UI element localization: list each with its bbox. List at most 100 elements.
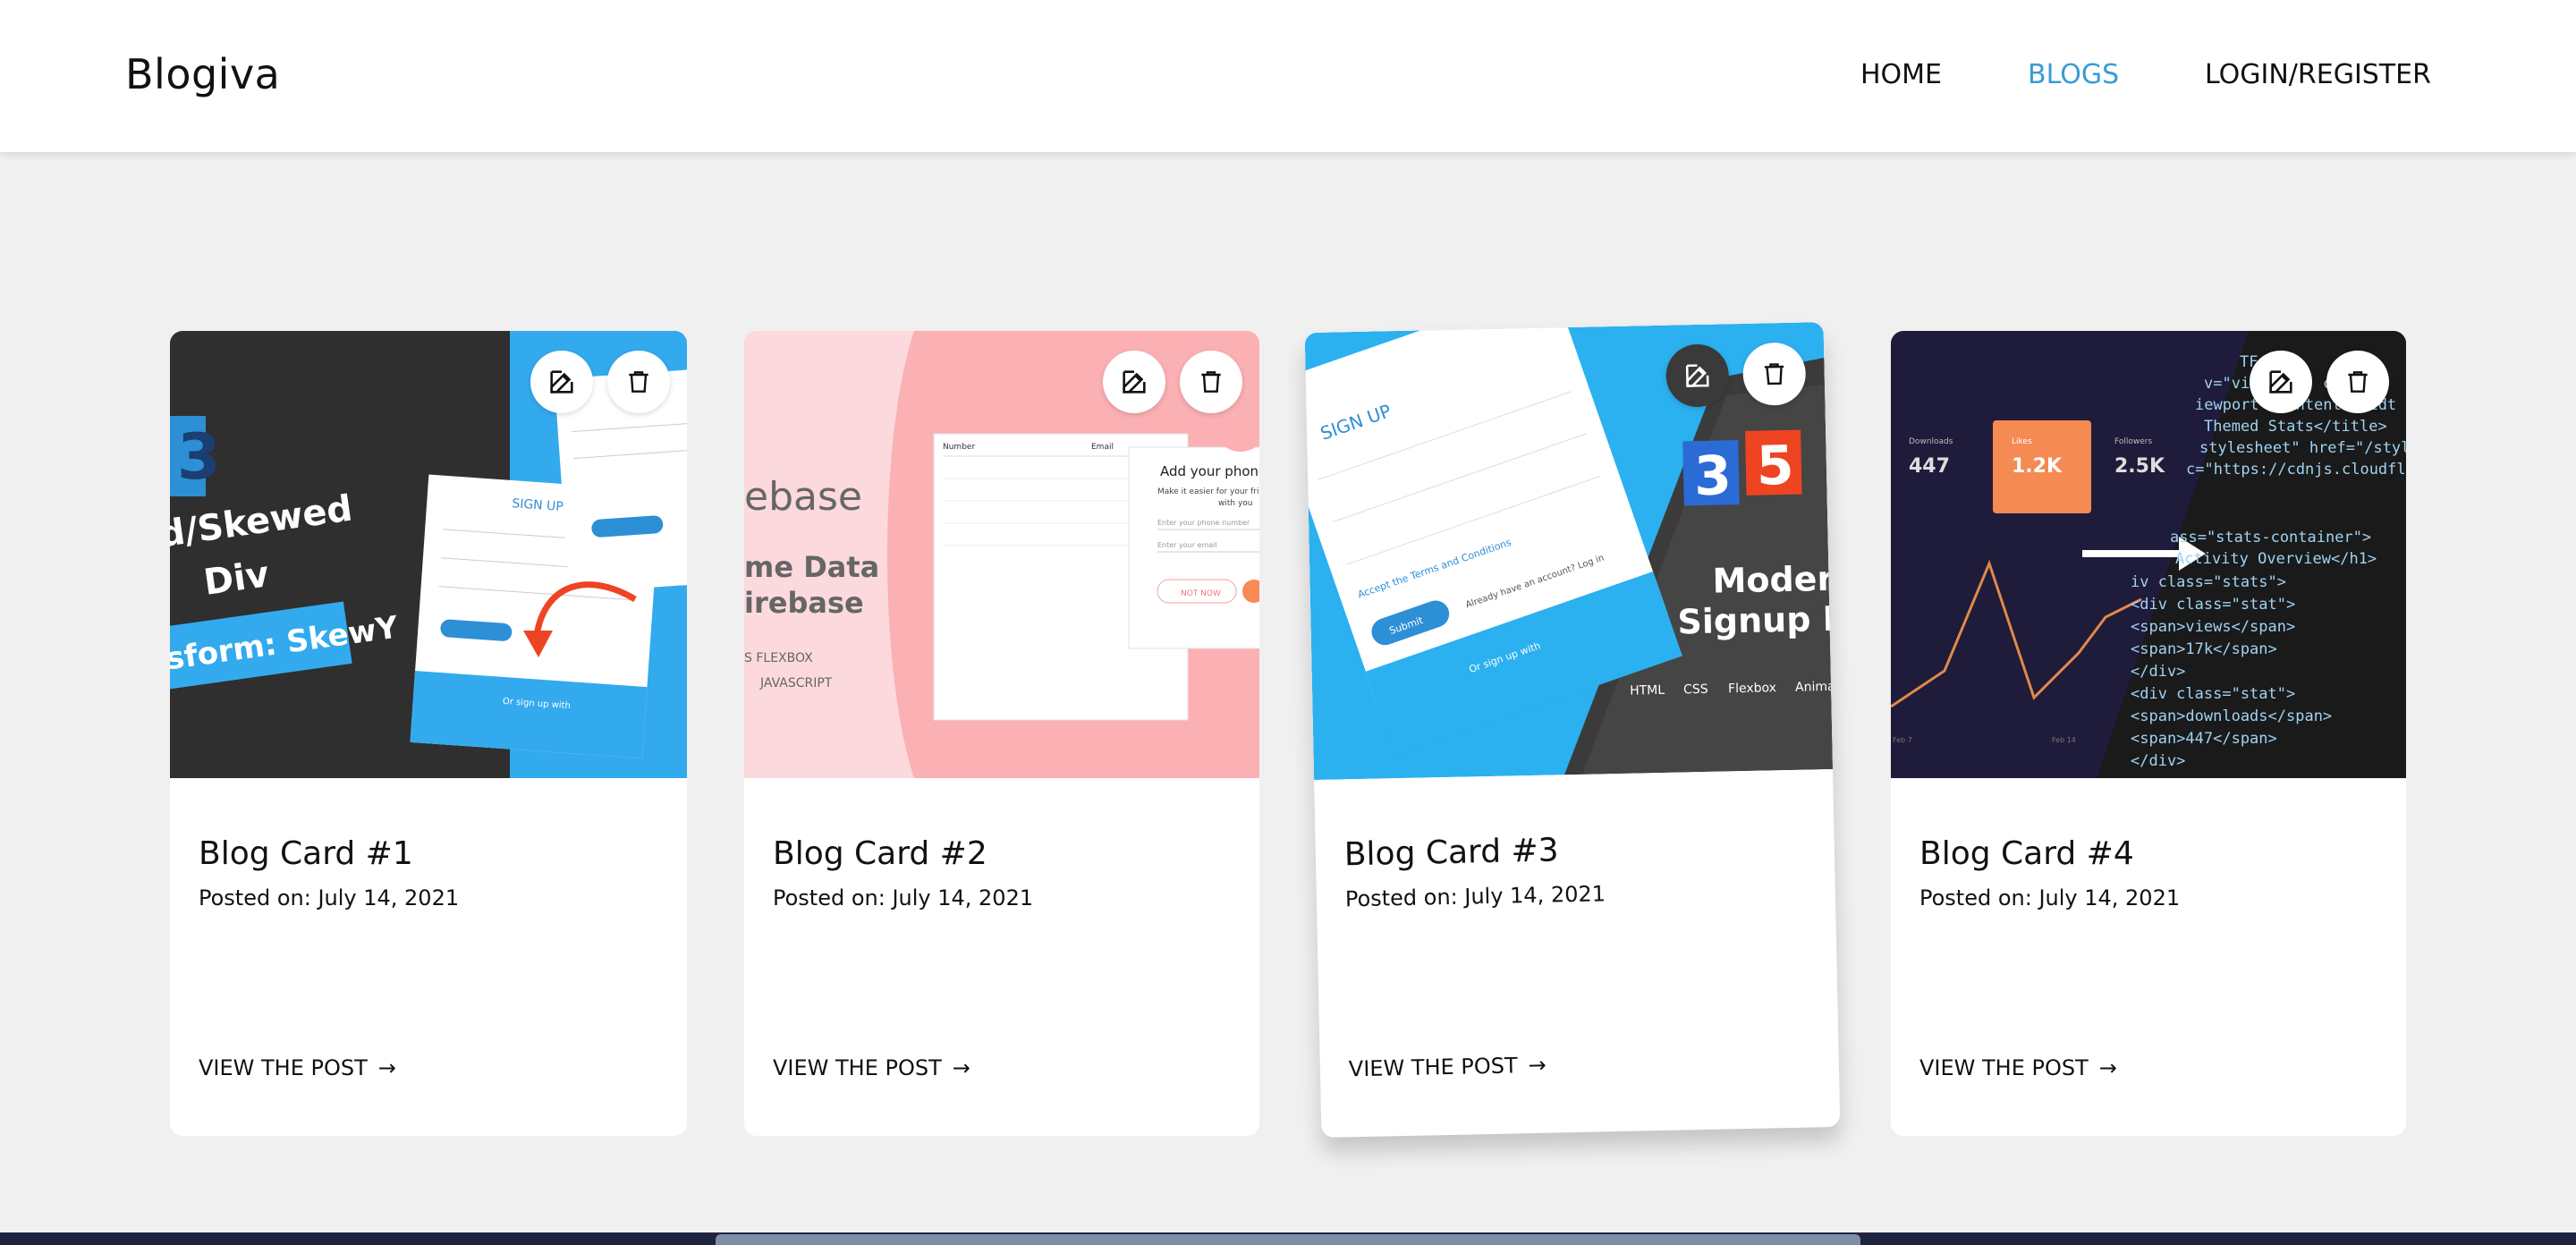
card-date: Posted on: July 14, 2021 <box>1919 885 2181 910</box>
svg-text:<div class="stat">: <div class="stat"> <box>2131 685 2295 703</box>
card-body: Blog Card #2 Posted on: July 14, 2021 VI… <box>744 778 1259 1136</box>
svg-text:ebase: ebase <box>744 474 862 520</box>
trash-icon <box>1764 363 1784 385</box>
svg-text:Flexbox: Flexbox <box>1728 681 1776 696</box>
svg-text:c="https://cdnjs.cloudfla: c="https://cdnjs.cloudfla <box>2186 461 2406 479</box>
trash-icon <box>2348 371 2368 393</box>
site-header: Blogiva HOME BLOGS LOGIN/REGISTER <box>0 0 2576 152</box>
svg-text:</div>: </div> <box>2131 663 2185 681</box>
view-post-label: VIEW THE POST <box>773 1055 942 1080</box>
svg-text:Signup Fo: Signup Fo <box>1677 598 1833 641</box>
thumbnail-image-firebase: ebase me Data irebase S FLEXBOX JAVASCRI… <box>744 331 1259 778</box>
svg-text:S FLEXBOX: S FLEXBOX <box>744 651 813 665</box>
card-body: Blog Card #1 Posted on: July 14, 2021 VI… <box>170 778 687 1136</box>
svg-text:</div>: </div> <box>2131 752 2185 770</box>
view-post-label: VIEW THE POST <box>199 1055 368 1080</box>
svg-text:Moder: Moder <box>1712 559 1833 601</box>
trash-icon <box>629 371 648 393</box>
arrow-right-icon: → <box>377 1055 396 1080</box>
edit-icon <box>2269 370 2292 394</box>
nav-home[interactable]: HOME <box>1860 59 1942 90</box>
card-date: Posted on: July 14, 2021 <box>199 885 460 910</box>
svg-text:JAVASCRIPT: JAVASCRIPT <box>759 676 833 690</box>
thumbnail-image-skewed-div: 3 d/Skewed Div sform: SkewY SIGN UP Or s… <box>170 331 687 778</box>
card-title[interactable]: Blog Card #2 <box>773 835 987 872</box>
nav-blogs[interactable]: BLOGS <box>2028 59 2119 90</box>
card-title[interactable]: Blog Card #1 <box>199 835 413 872</box>
view-post-link[interactable]: VIEW THE POST → <box>1349 1053 1546 1082</box>
edit-button[interactable] <box>530 351 593 413</box>
page-bottom-edge <box>0 1232 2576 1245</box>
site-logo[interactable]: Blogiva <box>125 50 280 98</box>
svg-text:1.2K: 1.2K <box>2012 455 2063 478</box>
arrow-right-icon: → <box>952 1055 970 1080</box>
card-thumbnail[interactable]: ebase me Data irebase S FLEXBOX JAVASCRI… <box>744 331 1259 778</box>
svg-text:me Data: me Data <box>744 550 879 584</box>
svg-text:Themed Stats</title>: Themed Stats</title> <box>2204 418 2387 436</box>
svg-text:ass="stats-container">: ass="stats-container"> <box>2170 529 2371 546</box>
trash-icon <box>1201 371 1221 393</box>
svg-text:Activity Overview</h1>: Activity Overview</h1> <box>2175 550 2377 568</box>
svg-text:<span>views</span>: <span>views</span> <box>2131 618 2295 636</box>
svg-text:Email: Email <box>1091 443 1114 452</box>
svg-text:HTML: HTML <box>1630 683 1665 699</box>
card-thumbnail[interactable]: Downloads 447 Likes 1.2K Followers 2.5K … <box>1891 331 2406 778</box>
svg-text:Anima: Anima <box>1795 680 1833 695</box>
nav-login-register[interactable]: LOGIN/REGISTER <box>2205 59 2431 90</box>
svg-text:Downloads: Downloads <box>1909 437 1953 446</box>
thumbnail-image-themed-stats: Downloads 447 Likes 1.2K Followers 2.5K … <box>1891 331 2406 778</box>
svg-text:447: 447 <box>1909 455 1950 478</box>
view-post-label: VIEW THE POST <box>1348 1053 1518 1082</box>
svg-text:Likes: Likes <box>2012 437 2032 446</box>
svg-text:irebase: irebase <box>744 586 864 620</box>
view-post-link[interactable]: VIEW THE POST → <box>1919 1055 2117 1080</box>
svg-text:stylesheet" href="/style: stylesheet" href="/style <box>2199 439 2406 457</box>
delete-button[interactable] <box>607 351 670 413</box>
blog-card-hovered: SIGN UP Accept the Terms and Conditions … <box>1304 322 1841 1138</box>
edit-icon <box>1685 364 1709 387</box>
card-title[interactable]: Blog Card #4 <box>1919 835 2134 872</box>
svg-text:3: 3 <box>177 420 221 494</box>
delete-button[interactable] <box>1180 351 1242 413</box>
blog-card: ebase me Data irebase S FLEXBOX JAVASCRI… <box>744 331 1259 1136</box>
card-date: Posted on: July 14, 2021 <box>1344 881 1606 912</box>
taskbar-edge <box>716 1234 1860 1245</box>
edit-icon <box>550 370 573 394</box>
svg-text:<span>447</span>: <span>447</span> <box>2131 730 2277 748</box>
svg-text:iv class="stats">: iv class="stats"> <box>2131 573 2286 591</box>
svg-text:3: 3 <box>1693 445 1732 508</box>
blog-card: Downloads 447 Likes 1.2K Followers 2.5K … <box>1891 331 2406 1136</box>
view-post-link[interactable]: VIEW THE POST → <box>199 1055 396 1080</box>
svg-text:5: 5 <box>1756 435 1794 498</box>
view-post-link[interactable]: VIEW THE POST → <box>773 1055 970 1080</box>
card-body: Blog Card #4 Posted on: July 14, 2021 VI… <box>1891 778 2406 1136</box>
svg-text:2.5K: 2.5K <box>2114 455 2165 478</box>
svg-text:<span>downloads</span>: <span>downloads</span> <box>2131 707 2332 725</box>
view-post-label: VIEW THE POST <box>1919 1055 2089 1080</box>
delete-button[interactable] <box>2326 351 2389 413</box>
card-title[interactable]: Blog Card #3 <box>1343 832 1559 873</box>
svg-text:Number: Number <box>943 443 975 452</box>
arrow-right-icon: → <box>1528 1052 1547 1079</box>
edit-button[interactable] <box>1103 351 1165 413</box>
card-thumbnail[interactable]: 3 d/Skewed Div sform: SkewY SIGN UP Or s… <box>170 331 687 778</box>
arrow-right-icon: → <box>2098 1055 2117 1080</box>
svg-text:NOT NOW: NOT NOW <box>1181 589 1221 598</box>
blog-card: 3 d/Skewed Div sform: SkewY SIGN UP Or s… <box>170 331 687 1136</box>
edit-button[interactable] <box>2250 351 2312 413</box>
svg-text:Enter your phone number: Enter your phone number <box>1157 519 1250 527</box>
card-date: Posted on: July 14, 2021 <box>773 885 1034 910</box>
svg-text:<div class="stat">: <div class="stat"> <box>2131 596 2295 614</box>
svg-text:Feb 7: Feb 7 <box>1893 736 1912 744</box>
svg-text:with you: with you <box>1218 499 1253 508</box>
svg-text:Make it easier for your friend: Make it easier for your friends <box>1157 487 1259 496</box>
svg-text:Enter your email: Enter your email <box>1157 541 1217 549</box>
edit-icon <box>1123 370 1146 394</box>
svg-text:Add your phone: Add your phone <box>1160 463 1259 479</box>
svg-text:CSS: CSS <box>1683 682 1708 698</box>
svg-text:<span>17k</span>: <span>17k</span> <box>2131 640 2277 658</box>
card-body: Blog Card #3 Posted on: July 14, 2021 VI… <box>1314 769 1840 1138</box>
svg-text:Followers: Followers <box>2114 437 2152 446</box>
svg-text:Feb 14: Feb 14 <box>2052 736 2076 744</box>
card-thumbnail[interactable]: SIGN UP Accept the Terms and Conditions … <box>1304 322 1833 781</box>
